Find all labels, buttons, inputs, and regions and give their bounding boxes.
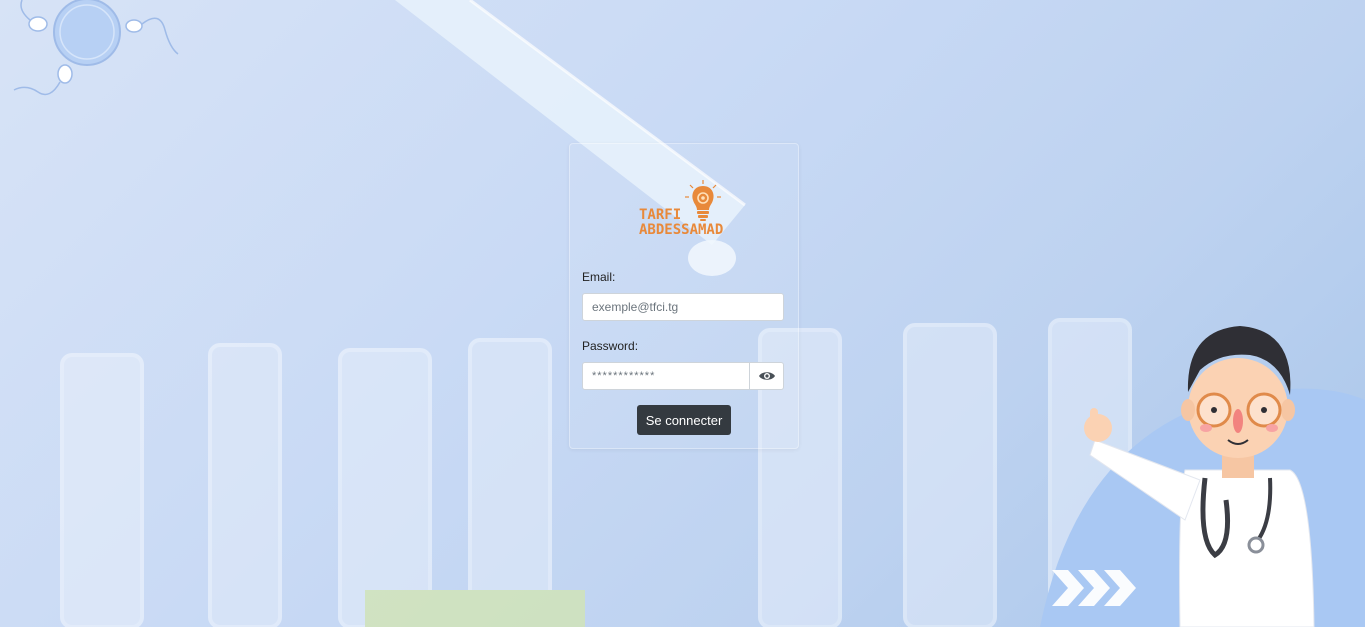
login-button[interactable]: Se connecter (637, 405, 731, 435)
password-label: Password: (582, 339, 639, 353)
login-card: TARFI ABDESSAMAD Email: exemple@tfci.tg … (569, 143, 799, 449)
eye-icon (758, 372, 775, 380)
logo-text-first-name: TARFI (639, 207, 682, 223)
brand-logo: TARFI ABDESSAMAD (639, 180, 739, 244)
sperm-egg-illustration (13, 0, 179, 96)
lightbulb-gear-icon (685, 180, 721, 221)
logo-text-last-name: ABDESSAMAD (639, 222, 724, 238)
password-field[interactable]: ************ (582, 362, 750, 390)
email-label: Email: (582, 270, 616, 284)
email-field[interactable]: exemple@tfci.tg (582, 293, 784, 321)
toggle-password-visibility-button[interactable] (750, 362, 784, 390)
